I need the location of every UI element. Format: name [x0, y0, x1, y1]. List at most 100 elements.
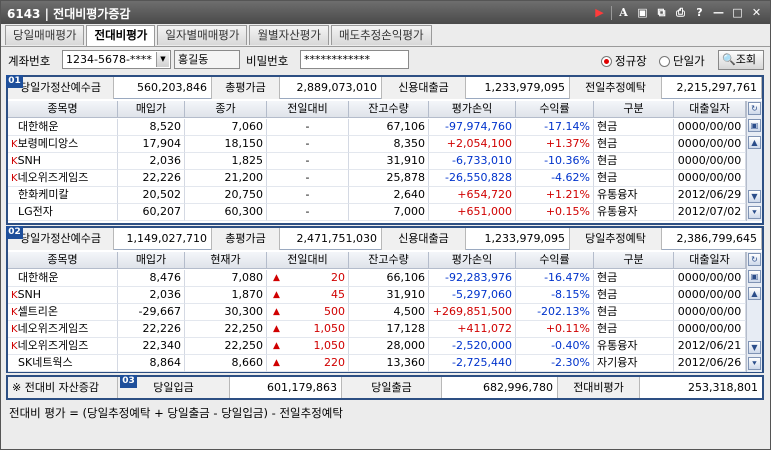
maximize-icon[interactable]: □	[730, 5, 745, 20]
table-row[interactable]: K셀트리온 -29,667 30,300 ▲ 500 4,500 +269,851,500-…	[8, 304, 746, 321]
cell-price: 1,870	[185, 287, 267, 304]
table-row[interactable]: SK네트웍스 8,864 8,660 ▲ 220 13,360 -2,725,440 -2.3…	[8, 355, 746, 372]
up-triangle-icon: ▲	[273, 307, 280, 317]
cell-name: K보령메디앙스	[8, 136, 118, 153]
cell-rate: -17.14%	[516, 119, 594, 136]
tab-1[interactable]: 전대비평가	[86, 25, 156, 46]
arrow-up-icon[interactable]: ▲	[748, 287, 761, 300]
app-window: 6143 | 전대비평가증감 ▶ A ▣ ⧉ ⎙ ? — □ ✕ 당일매매평가 전…	[0, 0, 771, 450]
font-icon[interactable]: A	[616, 5, 631, 20]
password-field[interactable]: ************	[300, 50, 409, 69]
cell-rate: -16.47%	[516, 270, 594, 287]
column-header: 구분	[594, 252, 674, 269]
column-header: 종가	[185, 101, 267, 118]
cell-chg: -	[267, 187, 349, 204]
cell-chg: ▲ 1,050	[267, 321, 349, 338]
cell-pl: -92,283,976	[429, 270, 516, 287]
up-triangle-icon: ▲	[273, 341, 280, 351]
arrow-down-icon[interactable]: ▼	[748, 341, 761, 354]
table-row[interactable]: K네오위즈게임즈 22,340 22,250 ▲ 1,050 28,000 -2,520,0…	[8, 338, 746, 355]
refresh-icon[interactable]: ↻	[748, 253, 761, 266]
cell-name: K네오위즈게임즈	[8, 338, 118, 355]
cell-type: 현금	[594, 153, 674, 170]
table-row[interactable]: K네오위즈게임즈 22,226 22,250 ▲ 1,050 17,128 +411,072…	[8, 321, 746, 338]
expand-icon[interactable]: ▣	[748, 270, 761, 283]
column-header: 매입가	[118, 252, 185, 269]
cell-qty: 31,910	[349, 153, 429, 170]
table-row[interactable]: LG전자 60,207 60,300-7,000 +651,000 +0.15% 유통융자…	[8, 204, 746, 221]
column-header: 잔고수량	[349, 101, 429, 118]
column-header: 평가손익	[429, 101, 516, 118]
stock-name: 대한해운	[18, 120, 59, 133]
table-row[interactable]: KSNH 2,036 1,870 ▲ 45 31,910 -5,297,060 -8.15% 현…	[8, 287, 746, 304]
eval-diff-label: 전대비평가	[558, 377, 640, 398]
summary-label: 총평가금	[212, 77, 280, 99]
tab-3[interactable]: 월별자산평가	[249, 25, 329, 45]
query-button[interactable]: 🔍조회	[718, 50, 764, 70]
column-header: 대출일자	[674, 101, 746, 118]
cell-price: 21,200	[185, 170, 267, 187]
play-icon[interactable]: ▶	[592, 5, 607, 20]
section-badge: 03	[120, 375, 137, 388]
cell-name: K네오위즈게임즈	[8, 170, 118, 187]
cell-price: 7,080	[185, 270, 267, 287]
radio-off-icon[interactable]	[659, 55, 670, 67]
cell-qty: 31,910	[349, 287, 429, 304]
cell-date: 0000/00/00	[674, 170, 746, 187]
popout-icon[interactable]: ⧉	[654, 5, 669, 20]
table-row[interactable]: K보령메디앙스 17,904 18,150-8,350 +2,054,100 +1.37…	[8, 136, 746, 153]
tab-0[interactable]: 당일매매평가	[5, 25, 85, 45]
cell-pl: -2,520,000	[429, 338, 516, 355]
cell-qty: 17,128	[349, 321, 429, 338]
window-title: 6143 | 전대비평가증감	[7, 7, 131, 21]
tab-2[interactable]: 일자별매매평가	[157, 25, 248, 45]
arrow-down-end-icon[interactable]: ⯆	[748, 357, 761, 370]
expand-icon[interactable]: ▣	[748, 119, 761, 132]
table-row[interactable]: K네오위즈게임즈 22,226 21,200-25,878 -26,550,828 -4…	[8, 170, 746, 187]
up-triangle-icon: ▲	[273, 273, 280, 283]
minimize-icon[interactable]: —	[711, 5, 726, 20]
cell-buy: 20,502	[118, 187, 185, 204]
stock-name: SNH	[17, 154, 42, 167]
vertical-scrollbar[interactable]: ↻ ▣ ▲ ▼ ⯆	[746, 101, 762, 221]
summary-label: 당일가정산예수금	[8, 77, 114, 99]
single-price-radio[interactable]: 단일가	[659, 53, 705, 69]
cell-chg: -	[267, 204, 349, 221]
close-icon[interactable]: ✕	[749, 5, 764, 20]
cell-name: K네오위즈게임즈	[8, 321, 118, 338]
change-value: 20	[331, 271, 345, 284]
help-icon[interactable]: ?	[692, 5, 707, 20]
cell-pl: -26,550,828	[429, 170, 516, 187]
arrow-up-icon[interactable]: ▲	[748, 136, 761, 149]
summary-row: 당일가정산예수금 1,149,027,710 총평가금 2,471,751,030 신용…	[8, 228, 762, 250]
cell-price: 22,250	[185, 338, 267, 355]
cell-chg: -	[267, 136, 349, 153]
cell-qty: 28,000	[349, 338, 429, 355]
withdraw-label: 당일출금	[342, 377, 442, 398]
table-row[interactable]: 대한해운 8,520 7,060-67,106 -97,974,760 -17.14% 현…	[8, 119, 746, 136]
arrow-down-end-icon[interactable]: ⯆	[748, 206, 761, 219]
table-row[interactable]: 대한해운 8,476 7,080 ▲ 20 66,106 -92,283,976 -16.47…	[8, 270, 746, 287]
vertical-scrollbar[interactable]: ↻ ▣ ▲ ▼ ⯆	[746, 252, 762, 372]
summary-label: 신용대출금	[382, 228, 466, 250]
radio-on-icon[interactable]	[601, 55, 612, 67]
cell-qty: 2,640	[349, 187, 429, 204]
chevron-down-icon[interactable]: ▼	[156, 52, 169, 67]
cell-pl: -5,297,060	[429, 287, 516, 304]
table-row[interactable]: KSNH 2,036 1,825-31,910 -6,733,010 -10.36% 현금…	[8, 153, 746, 170]
cell-rate: -2.30%	[516, 355, 594, 372]
table-row[interactable]: 한화케미칼 20,502 20,750-2,640 +654,720 +1.21% 유통융…	[8, 187, 746, 204]
tab-4[interactable]: 매도추정손익평가	[330, 25, 432, 45]
print-icon[interactable]: ⎙	[673, 5, 688, 20]
account-select[interactable]: 1234-5678-**** ▼	[62, 50, 171, 69]
refresh-icon[interactable]: ↻	[748, 102, 761, 115]
cell-price: 7,060	[185, 119, 267, 136]
regular-session-radio[interactable]: 정규장	[601, 53, 647, 69]
arrow-down-icon[interactable]: ▼	[748, 190, 761, 203]
cell-price: 8,660	[185, 355, 267, 372]
cell-buy: -29,667	[118, 304, 185, 321]
window-icon[interactable]: ▣	[635, 5, 650, 20]
cell-qty: 25,878	[349, 170, 429, 187]
cell-buy: 22,226	[118, 321, 185, 338]
cell-pl: +651,000	[429, 204, 516, 221]
